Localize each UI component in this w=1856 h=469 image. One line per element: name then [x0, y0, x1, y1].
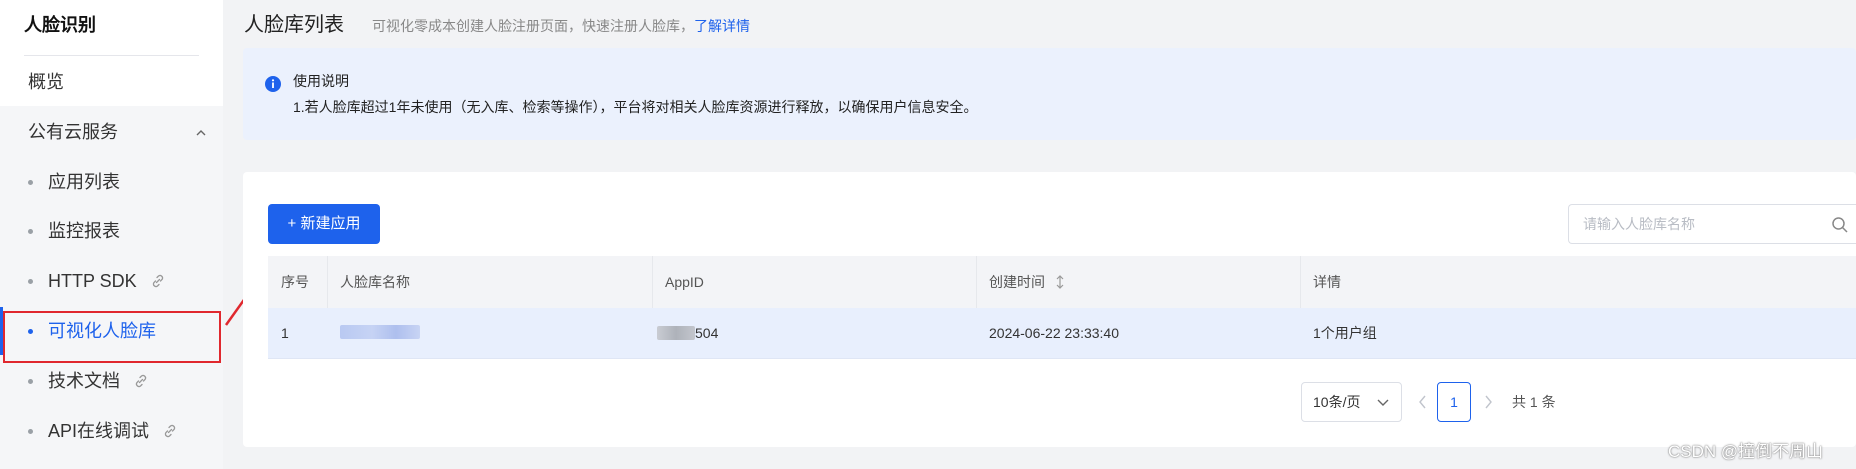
column-header-created-label: 创建时间 [989, 274, 1045, 290]
bullet-icon [28, 279, 33, 284]
column-header-detail: 详情 [1313, 274, 1341, 290]
info-icon [265, 76, 281, 92]
page-description: 可视化零成本创建人脸注册页面，快速注册人脸库，了解详情 [372, 15, 750, 37]
redacted-appid-prefix [657, 326, 695, 340]
cell-created: 2024-06-22 23:33:40 [989, 325, 1119, 341]
sidebar-item-tech-docs[interactable]: 技术文档 [0, 357, 223, 405]
sidebar-item-label: 技术文档 [48, 371, 120, 391]
search-input[interactable] [1569, 205, 1837, 243]
usage-notice: 使用说明 1.若人脸库超过1年未使用（无入库、检索等操作），平台将对相关人脸库资… [243, 48, 1856, 140]
column-header-appid: AppID [665, 274, 704, 290]
bullet-icon [28, 180, 33, 185]
face-library-card: + 新建应用 序号 人脸库名称 AppID 创建时间 详情 [243, 172, 1856, 447]
cell-detail: 1个用户组 [1313, 325, 1377, 341]
chevron-up-icon [196, 130, 206, 136]
face-library-table: 序号 人脸库名称 AppID 创建时间 详情 1 504 2024-06-22 … [268, 256, 1856, 359]
sidebar-title: 人脸识别 [24, 15, 96, 35]
table-row[interactable]: 1 504 2024-06-22 23:33:40 1个用户组 [268, 308, 1856, 359]
sidebar: 人脸识别 概览 公有云服务 应用列表 监控报表 HTTP SDK 可视化人脸库 … [0, 0, 223, 469]
sidebar-item-monitor-report[interactable]: 监控报表 [0, 207, 223, 255]
chevron-down-icon [1377, 399, 1389, 406]
page-description-text: 可视化零成本创建人脸注册页面，快速注册人脸库， [372, 18, 694, 34]
learn-more-link[interactable]: 了解详情 [694, 18, 750, 34]
link-icon [164, 424, 176, 438]
watermark: CSDN @撞倒不周山 [1668, 442, 1824, 461]
bullet-icon [28, 379, 33, 384]
sidebar-item-label: 概览 [28, 72, 64, 92]
page-title: 人脸库列表 [244, 14, 344, 36]
table-header: 序号 人脸库名称 AppID 创建时间 详情 [268, 256, 1856, 308]
bullet-icon [28, 429, 33, 434]
sidebar-item-label: HTTP SDK [48, 271, 137, 291]
cell-index: 1 [281, 325, 289, 341]
notice-text: 1.若人脸库超过1年未使用（无入库、检索等操作），平台将对相关人脸库资源进行释放… [293, 99, 978, 115]
next-page-icon[interactable] [1483, 394, 1493, 410]
sidebar-item-overview[interactable]: 概览 [0, 58, 223, 106]
annotation-highlight-box [3, 311, 221, 363]
page-size-select[interactable]: 10条/页 [1301, 382, 1402, 422]
sidebar-item-http-sdk[interactable]: HTTP SDK [0, 257, 223, 305]
link-icon [152, 274, 163, 288]
sort-icon[interactable] [1055, 274, 1065, 290]
appid-suffix: 504 [695, 325, 719, 341]
sidebar-item-label: 监控报表 [48, 221, 120, 241]
bullet-icon [28, 229, 33, 234]
cell-appid: 504 [652, 308, 976, 358]
notice-title: 使用说明 [293, 73, 349, 89]
sidebar-item-app-list[interactable]: 应用列表 [0, 158, 223, 206]
column-header-index: 序号 [281, 274, 309, 290]
column-header-name: 人脸库名称 [340, 274, 410, 290]
search-box [1568, 204, 1856, 244]
new-app-button[interactable]: + 新建应用 [268, 204, 380, 244]
link-icon [135, 374, 147, 388]
sidebar-group-public-cloud[interactable]: 公有云服务 [0, 108, 223, 156]
sidebar-item-api-debug[interactable]: API在线调试 [0, 407, 223, 455]
prev-page-icon[interactable] [1418, 394, 1428, 410]
sidebar-divider [24, 55, 199, 56]
pagination-total: 共 1 条 [1512, 394, 1556, 410]
page-number-current[interactable]: 1 [1437, 382, 1471, 422]
cell-name [327, 308, 652, 358]
redacted-name [340, 325, 420, 339]
sidebar-item-label: API在线调试 [48, 421, 150, 441]
search-icon[interactable] [1831, 216, 1849, 234]
sidebar-group-label: 公有云服务 [28, 122, 118, 142]
column-header-created[interactable]: 创建时间 [976, 256, 1300, 308]
page-size-value: 10条/页 [1313, 394, 1361, 410]
sidebar-item-label: 应用列表 [48, 172, 120, 192]
